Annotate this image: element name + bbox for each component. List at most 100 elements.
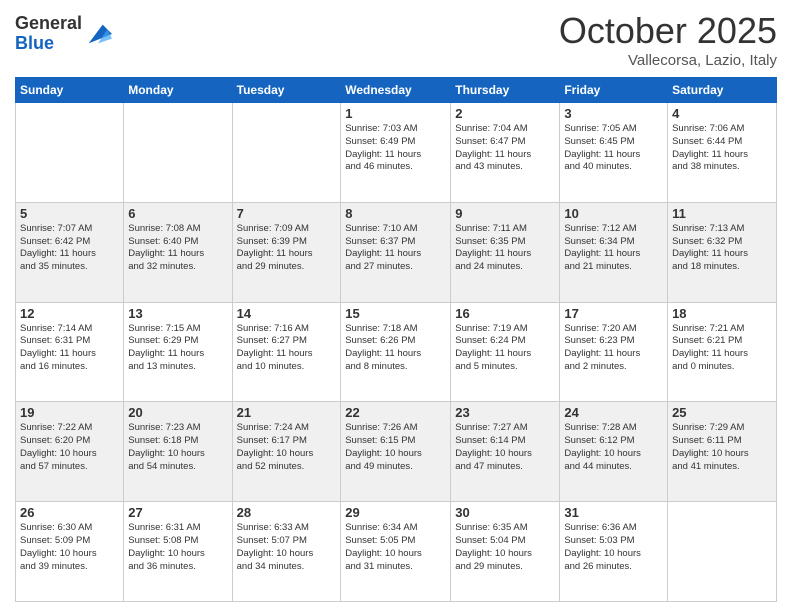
- day-number: 13: [128, 306, 227, 321]
- day-number: 25: [672, 405, 772, 420]
- day-number: 2: [455, 106, 555, 121]
- day-info: Sunrise: 7:18 AM Sunset: 6:26 PM Dayligh…: [345, 323, 446, 374]
- logo-general: General: [15, 14, 82, 34]
- table-row: 4 Sunrise: 7:06 AM Sunset: 6:44 PM Daylig…: [668, 103, 777, 203]
- header-wednesday: Wednesday: [341, 78, 451, 103]
- day-number: 15: [345, 306, 446, 321]
- day-info: Sunrise: 7:19 AM Sunset: 6:24 PM Dayligh…: [455, 323, 555, 374]
- header-tuesday: Tuesday: [232, 78, 341, 103]
- day-info: Sunrise: 7:11 AM Sunset: 6:35 PM Dayligh…: [455, 223, 555, 274]
- table-row: [16, 103, 124, 203]
- day-number: 27: [128, 505, 227, 520]
- table-row: 27 Sunrise: 6:31 AM Sunset: 5:08 PM Dayli…: [124, 502, 232, 602]
- table-row: 9Sunrise: 7:11 AM Sunset: 6:35 PM Daylig…: [451, 202, 560, 302]
- day-info: Sunrise: 6:34 AM Sunset: 5:05 PM Dayligh…: [345, 522, 446, 573]
- day-number: 1: [345, 106, 446, 121]
- table-row: 20 Sunrise: 7:23 AM Sunset: 6:18 PM Dayli…: [124, 402, 232, 502]
- table-row: 17Sunrise: 7:20 AM Sunset: 6:23 PM Dayli…: [560, 302, 668, 402]
- day-number: 23: [455, 405, 555, 420]
- day-info: Sunrise: 7:10 AM Sunset: 6:37 PM Dayligh…: [345, 223, 446, 274]
- day-number: 28: [237, 505, 337, 520]
- day-info: Sunrise: 7:13 AM Sunset: 6:32 PM Dayligh…: [672, 223, 772, 274]
- day-info: Sunrise: 7:12 AM Sunset: 6:34 PM Dayligh…: [564, 223, 663, 274]
- title-block: October 2025 Vallecorsa, Lazio, Italy: [559, 10, 777, 69]
- day-info: Sunrise: 6:30 AM Sunset: 5:09 PM Dayligh…: [20, 522, 119, 573]
- day-info: Sunrise: 7:05 AM Sunset: 6:45 PM Dayligh…: [564, 123, 663, 174]
- day-info: Sunrise: 7:29 AM Sunset: 6:11 PM Dayligh…: [672, 422, 772, 473]
- table-row: 19Sunrise: 7:22 AM Sunset: 6:20 PM Dayli…: [16, 402, 124, 502]
- day-info: Sunrise: 6:31 AM Sunset: 5:08 PM Dayligh…: [128, 522, 227, 573]
- header-monday: Monday: [124, 78, 232, 103]
- day-info: Sunrise: 7:21 AM Sunset: 6:21 PM Dayligh…: [672, 323, 772, 374]
- table-row: 11 Sunrise: 7:13 AM Sunset: 6:32 PM Dayli…: [668, 202, 777, 302]
- table-row: 8 Sunrise: 7:10 AM Sunset: 6:37 PM Daylig…: [341, 202, 451, 302]
- calendar-week-row: 12Sunrise: 7:14 AM Sunset: 6:31 PM Dayli…: [16, 302, 777, 402]
- table-row: 28 Sunrise: 6:33 AM Sunset: 5:07 PM Dayli…: [232, 502, 341, 602]
- calendar-table: Sunday Monday Tuesday Wednesday Thursday…: [15, 77, 777, 602]
- day-number: 21: [237, 405, 337, 420]
- day-number: 22: [345, 405, 446, 420]
- day-number: 6: [128, 206, 227, 221]
- day-info: Sunrise: 7:24 AM Sunset: 6:17 PM Dayligh…: [237, 422, 337, 473]
- day-info: Sunrise: 6:36 AM Sunset: 5:03 PM Dayligh…: [564, 522, 663, 573]
- logo-icon: [84, 20, 112, 48]
- table-row: 31 Sunrise: 6:36 AM Sunset: 5:03 PM Dayli…: [560, 502, 668, 602]
- table-row: [124, 103, 232, 203]
- table-row: 24 Sunrise: 7:28 AM Sunset: 6:12 PM Dayli…: [560, 402, 668, 502]
- day-info: Sunrise: 7:27 AM Sunset: 6:14 PM Dayligh…: [455, 422, 555, 473]
- calendar-week-row: 19Sunrise: 7:22 AM Sunset: 6:20 PM Dayli…: [16, 402, 777, 502]
- day-info: Sunrise: 7:16 AM Sunset: 6:27 PM Dayligh…: [237, 323, 337, 374]
- day-number: 17: [564, 306, 663, 321]
- table-row: 5 Sunrise: 7:07 AM Sunset: 6:42 PM Daylig…: [16, 202, 124, 302]
- calendar-week-row: 1 Sunrise: 7:03 AM Sunset: 6:49 PM Daylig…: [16, 103, 777, 203]
- day-info: Sunrise: 7:09 AM Sunset: 6:39 PM Dayligh…: [237, 223, 337, 274]
- table-row: 30Sunrise: 6:35 AM Sunset: 5:04 PM Dayli…: [451, 502, 560, 602]
- table-row: 18Sunrise: 7:21 AM Sunset: 6:21 PM Dayli…: [668, 302, 777, 402]
- header-saturday: Saturday: [668, 78, 777, 103]
- calendar-week-row: 26 Sunrise: 6:30 AM Sunset: 5:09 PM Dayli…: [16, 502, 777, 602]
- table-row: 6 Sunrise: 7:08 AM Sunset: 6:40 PM Daylig…: [124, 202, 232, 302]
- day-info: Sunrise: 7:03 AM Sunset: 6:49 PM Dayligh…: [345, 123, 446, 174]
- day-number: 8: [345, 206, 446, 221]
- table-row: [668, 502, 777, 602]
- day-info: Sunrise: 7:06 AM Sunset: 6:44 PM Dayligh…: [672, 123, 772, 174]
- day-info: Sunrise: 7:04 AM Sunset: 6:47 PM Dayligh…: [455, 123, 555, 174]
- day-info: Sunrise: 7:28 AM Sunset: 6:12 PM Dayligh…: [564, 422, 663, 473]
- page: General Blue October 2025 Vallecorsa, La…: [0, 0, 792, 612]
- table-row: [232, 103, 341, 203]
- logo: General Blue: [15, 14, 112, 54]
- day-number: 29: [345, 505, 446, 520]
- header-friday: Friday: [560, 78, 668, 103]
- day-number: 20: [128, 405, 227, 420]
- day-number: 16: [455, 306, 555, 321]
- day-number: 10: [564, 206, 663, 221]
- day-number: 7: [237, 206, 337, 221]
- table-row: 21 Sunrise: 7:24 AM Sunset: 6:17 PM Dayli…: [232, 402, 341, 502]
- table-row: 10 Sunrise: 7:12 AM Sunset: 6:34 PM Dayli…: [560, 202, 668, 302]
- logo-blue: Blue: [15, 34, 82, 54]
- day-info: Sunrise: 7:15 AM Sunset: 6:29 PM Dayligh…: [128, 323, 227, 374]
- table-row: 2 Sunrise: 7:04 AM Sunset: 6:47 PM Daylig…: [451, 103, 560, 203]
- day-number: 31: [564, 505, 663, 520]
- table-row: 12Sunrise: 7:14 AM Sunset: 6:31 PM Dayli…: [16, 302, 124, 402]
- calendar-week-row: 5 Sunrise: 7:07 AM Sunset: 6:42 PM Daylig…: [16, 202, 777, 302]
- table-row: 25 Sunrise: 7:29 AM Sunset: 6:11 PM Dayli…: [668, 402, 777, 502]
- header-thursday: Thursday: [451, 78, 560, 103]
- table-row: 7 Sunrise: 7:09 AM Sunset: 6:39 PM Daylig…: [232, 202, 341, 302]
- weekday-header-row: Sunday Monday Tuesday Wednesday Thursday…: [16, 78, 777, 103]
- day-info: Sunrise: 7:07 AM Sunset: 6:42 PM Dayligh…: [20, 223, 119, 274]
- table-row: 16 Sunrise: 7:19 AM Sunset: 6:24 PM Dayli…: [451, 302, 560, 402]
- table-row: 14Sunrise: 7:16 AM Sunset: 6:27 PM Dayli…: [232, 302, 341, 402]
- table-row: 22Sunrise: 7:26 AM Sunset: 6:15 PM Dayli…: [341, 402, 451, 502]
- day-info: Sunrise: 7:08 AM Sunset: 6:40 PM Dayligh…: [128, 223, 227, 274]
- day-number: 4: [672, 106, 772, 121]
- day-number: 5: [20, 206, 119, 221]
- month-title: October 2025: [559, 10, 777, 52]
- header-sunday: Sunday: [16, 78, 124, 103]
- day-number: 26: [20, 505, 119, 520]
- day-info: Sunrise: 6:33 AM Sunset: 5:07 PM Dayligh…: [237, 522, 337, 573]
- day-info: Sunrise: 7:14 AM Sunset: 6:31 PM Dayligh…: [20, 323, 119, 374]
- day-number: 11: [672, 206, 772, 221]
- day-number: 24: [564, 405, 663, 420]
- day-info: Sunrise: 7:23 AM Sunset: 6:18 PM Dayligh…: [128, 422, 227, 473]
